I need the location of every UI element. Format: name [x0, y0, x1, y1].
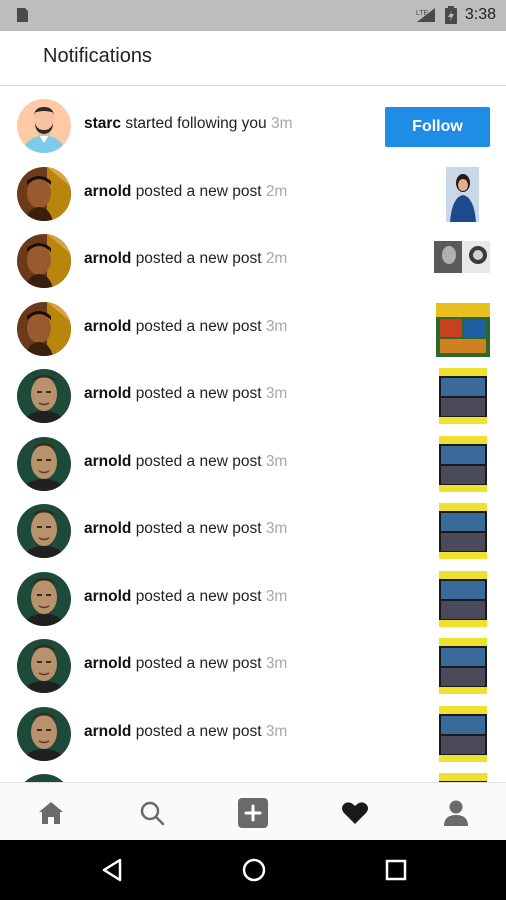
list-item[interactable]: starc started following you 3m Follow: [0, 92, 506, 160]
list-item[interactable]: arnold posted a new post 3m: [0, 497, 506, 565]
avatar[interactable]: [17, 301, 71, 356]
list-item[interactable]: arnold posted a new post 2m: [0, 227, 506, 295]
username[interactable]: arnold: [84, 385, 131, 402]
post-thumbnail[interactable]: [439, 705, 487, 762]
recents-icon[interactable]: [382, 856, 410, 884]
list-item[interactable]: arnold posted a new post 3m: [0, 295, 506, 363]
post-thumbnail[interactable]: [439, 435, 487, 492]
notification-text: arnold posted a new post 3m: [84, 453, 287, 471]
timestamp: 2m: [265, 182, 288, 200]
search-icon[interactable]: [135, 796, 169, 830]
back-icon[interactable]: [98, 856, 126, 884]
username[interactable]: starc: [84, 115, 121, 132]
signal-icon: LTE: [416, 8, 435, 22]
post-thumbnail[interactable]: [434, 241, 490, 273]
sd-card-icon: [14, 7, 30, 23]
avatar[interactable]: [17, 436, 71, 491]
notification-action: posted a new post: [135, 385, 262, 402]
notification-text: arnold posted a new post 3m: [84, 723, 287, 741]
username[interactable]: arnold: [84, 453, 131, 470]
status-bar: LTE 3:38: [0, 0, 506, 31]
notification-action: posted a new post: [135, 587, 262, 605]
header: Notifications: [0, 31, 506, 86]
notification-text: starc started following you 3m: [84, 115, 293, 133]
list-item[interactable]: arnold posted a new post 3m: [0, 430, 506, 498]
username[interactable]: arnold: [84, 318, 131, 335]
post-thumbnail[interactable]: [436, 302, 490, 357]
notification-action: posted a new post: [135, 655, 262, 672]
list-item[interactable]: [0, 767, 506, 782]
post-thumbnail[interactable]: [439, 503, 487, 559]
notification-action: started following you: [125, 115, 267, 132]
profile-icon[interactable]: [439, 796, 473, 830]
post-thumbnail[interactable]: [446, 166, 479, 222]
notification-text: arnold posted a new post 3m: [84, 655, 287, 673]
username[interactable]: arnold: [84, 520, 131, 537]
notification-text: arnold posted a new post 3m: [84, 385, 287, 403]
username[interactable]: arnold: [84, 723, 131, 740]
notification-text: arnold posted a new post 2m: [84, 183, 287, 201]
username[interactable]: arnold: [84, 183, 131, 200]
battery-icon: [444, 6, 457, 24]
status-icons: LTE 3:38: [415, 5, 496, 25]
notification-action: posted a new post: [135, 520, 262, 537]
bottom-tab-bar: [0, 782, 506, 841]
timestamp: 3m: [265, 385, 288, 402]
notification-action: posted a new post: [135, 182, 262, 200]
notification-text: arnold posted a new post 2m: [84, 250, 287, 268]
notification-action: posted a new post: [135, 452, 262, 470]
avatar[interactable]: [17, 369, 71, 423]
timestamp: 3m: [265, 722, 288, 740]
timestamp: 3m: [271, 115, 293, 132]
system-nav-bar: [0, 840, 506, 900]
timestamp: 3m: [265, 452, 288, 470]
page-title: Notifications: [43, 45, 152, 67]
notification-text: arnold posted a new post 3m: [84, 588, 287, 606]
list-item[interactable]: arnold posted a new post 3m: [0, 565, 506, 633]
avatar[interactable]: [17, 504, 71, 558]
notification-text: arnold posted a new post 3m: [84, 318, 287, 336]
add-post-icon[interactable]: [236, 796, 270, 830]
post-thumbnail[interactable]: [439, 368, 487, 424]
home-circle-icon[interactable]: [240, 856, 268, 884]
avatar[interactable]: [17, 166, 71, 221]
heart-icon[interactable]: [338, 796, 372, 830]
notification-list[interactable]: starc started following you 3m Follow ar…: [0, 92, 506, 782]
notification-action: posted a new post: [135, 317, 262, 335]
username[interactable]: arnold: [84, 655, 131, 672]
post-thumbnail[interactable]: [439, 773, 487, 782]
avatar[interactable]: [17, 571, 71, 626]
avatar[interactable]: [17, 706, 71, 761]
follow-button[interactable]: Follow: [385, 107, 490, 147]
notification-text: arnold posted a new post 3m: [84, 520, 287, 538]
avatar[interactable]: [17, 774, 71, 782]
avatar[interactable]: [17, 234, 71, 288]
list-item[interactable]: arnold posted a new post 2m: [0, 160, 506, 228]
timestamp: 3m: [265, 587, 288, 605]
svg-text:LTE: LTE: [416, 10, 429, 17]
avatar[interactable]: [17, 99, 71, 153]
notification-action: posted a new post: [135, 722, 262, 740]
post-thumbnail[interactable]: [439, 638, 487, 694]
username[interactable]: arnold: [84, 250, 131, 267]
timestamp: 3m: [265, 655, 288, 672]
notification-action: posted a new post: [135, 250, 262, 267]
username[interactable]: arnold: [84, 588, 131, 605]
avatar[interactable]: [17, 639, 71, 693]
list-item[interactable]: arnold posted a new post 3m: [0, 700, 506, 768]
list-item[interactable]: arnold posted a new post 3m: [0, 632, 506, 700]
timestamp: 2m: [265, 250, 288, 267]
list-item[interactable]: arnold posted a new post 3m: [0, 362, 506, 430]
timestamp: 3m: [265, 520, 288, 537]
clock: 3:38: [464, 6, 496, 23]
home-icon[interactable]: [34, 796, 68, 830]
post-thumbnail[interactable]: [439, 570, 487, 627]
timestamp: 3m: [265, 317, 288, 335]
